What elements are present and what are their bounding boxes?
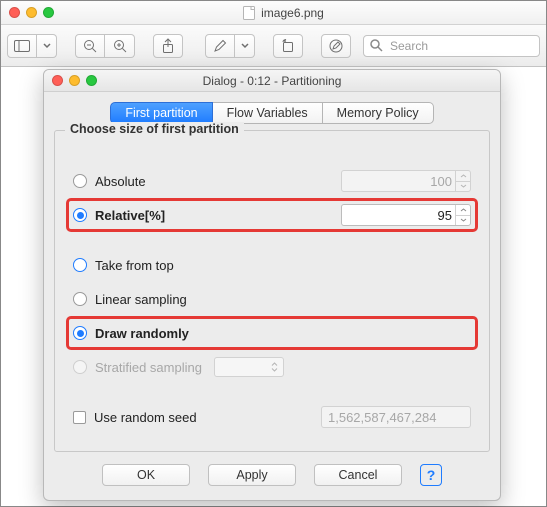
edit-button[interactable] [321, 34, 351, 58]
take-top-radio[interactable] [73, 258, 87, 272]
chevron-updown-icon [270, 362, 279, 372]
share-button[interactable] [153, 34, 183, 58]
relative-input[interactable]: 95 [341, 204, 471, 226]
take-from-top-row: Take from top [73, 251, 471, 279]
seed-input[interactable]: 1,562,587,467,284 [321, 406, 471, 428]
linear-radio[interactable] [73, 292, 87, 306]
sidebar-toggle-button[interactable] [7, 34, 37, 58]
search-input[interactable] [363, 35, 540, 57]
dialog-button-bar: OK Apply Cancel ? [54, 464, 490, 486]
rotate-button[interactable] [273, 34, 303, 58]
relative-label: Relative[%] [95, 208, 165, 223]
partition-size-fieldset: Choose size of first partition Absolute … [54, 130, 490, 452]
document-icon [243, 6, 255, 20]
random-label: Draw randomly [95, 326, 189, 341]
linear-row: Linear sampling [73, 285, 471, 313]
random-radio[interactable] [73, 326, 87, 340]
tab-flow-variables[interactable]: Flow Variables [213, 102, 323, 124]
stratified-label: Stratified sampling [95, 360, 202, 375]
dialog-titlebar: Dialog - 0:12 - Partitioning [44, 70, 500, 92]
dialog-title: Dialog - 0:12 - Partitioning [44, 74, 500, 88]
view-dropdown-button[interactable] [37, 34, 57, 58]
seed-checkbox[interactable] [73, 411, 86, 424]
preview-window: image6.png [0, 0, 547, 507]
seed-row: Use random seed 1,562,587,467,284 [73, 403, 471, 431]
cancel-button[interactable]: Cancel [314, 464, 402, 486]
fieldset-title: Choose size of first partition [65, 122, 244, 136]
relative-radio[interactable] [73, 208, 87, 222]
zoom-in-button[interactable] [105, 34, 135, 58]
relative-row: Relative[%] 95 [69, 201, 475, 229]
stratified-column-select [214, 357, 284, 377]
random-row: Draw randomly [69, 319, 475, 347]
absolute-stepper[interactable] [455, 171, 470, 191]
absolute-input[interactable]: 100 [341, 170, 471, 192]
help-button[interactable]: ? [420, 464, 442, 486]
apply-button[interactable]: Apply [208, 464, 296, 486]
search-icon [369, 38, 383, 55]
window-title: image6.png [261, 6, 324, 20]
stratified-radio [73, 360, 87, 374]
absolute-row: Absolute 100 [73, 167, 471, 195]
relative-stepper[interactable] [455, 205, 470, 225]
ok-button[interactable]: OK [102, 464, 190, 486]
zoom-out-button[interactable] [75, 34, 105, 58]
take-top-label: Take from top [95, 258, 174, 273]
partitioning-dialog: Dialog - 0:12 - Partitioning First parti… [43, 69, 501, 501]
tab-memory-policy[interactable]: Memory Policy [323, 102, 434, 124]
toolbar [1, 25, 546, 67]
markup-button[interactable] [205, 34, 235, 58]
markup-dropdown-button[interactable] [235, 34, 255, 58]
close-icon[interactable] [9, 7, 20, 18]
stratified-row: Stratified sampling [73, 353, 471, 381]
tab-first-partition[interactable]: First partition [110, 102, 212, 124]
workspace: Dialog - 0:12 - Partitioning First parti… [1, 69, 546, 506]
dialog-tabs: First partition Flow Variables Memory Po… [54, 102, 490, 124]
absolute-label: Absolute [95, 174, 146, 189]
titlebar: image6.png [1, 1, 546, 25]
absolute-radio[interactable] [73, 174, 87, 188]
linear-label: Linear sampling [95, 292, 187, 307]
seed-label: Use random seed [94, 410, 197, 425]
